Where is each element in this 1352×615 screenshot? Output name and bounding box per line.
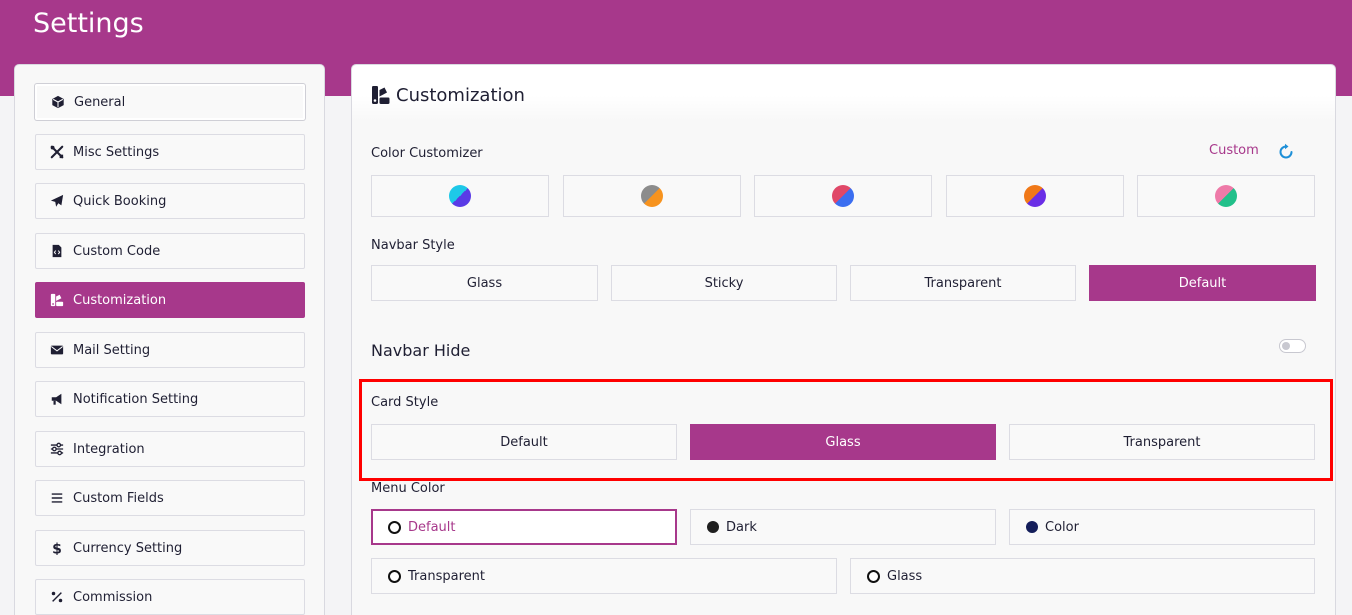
option-label: Transparent [408, 568, 485, 584]
list-icon [49, 490, 65, 506]
navbar-style-glass-button[interactable]: Glass [371, 265, 598, 301]
settings-sidebar: General Misc Settings Quick Booking Cust… [14, 64, 325, 615]
sidebar-item-integration[interactable]: Integration [35, 431, 305, 467]
custom-color-link[interactable]: Custom [1209, 143, 1259, 158]
cube-icon [50, 94, 66, 110]
sidebar-item-currency-setting[interactable]: $ Currency Setting [35, 530, 305, 566]
color-theme-1-button[interactable] [371, 175, 549, 217]
option-label: Glass [887, 568, 923, 584]
radio-circle-icon [867, 569, 880, 583]
page-title: Settings [33, 8, 144, 39]
sidebar-item-label: General [74, 94, 126, 110]
navbar-style-label: Navbar Style [371, 238, 455, 253]
sidebar-item-label: Misc Settings [73, 144, 160, 160]
menu-color-color-option[interactable]: Color [1009, 509, 1315, 545]
sidebar-item-label: Currency Setting [73, 540, 183, 556]
envelope-icon [49, 342, 65, 358]
toggle-knob [1282, 342, 1290, 350]
color-swatch [1215, 185, 1237, 207]
sidebar-item-custom-fields[interactable]: Custom Fields [35, 480, 305, 516]
card-style-default-button[interactable]: Default [371, 424, 677, 460]
swatchbook-icon [49, 292, 65, 308]
sidebar-item-quick-booking[interactable]: Quick Booking [35, 183, 305, 219]
dollar-icon: $ [49, 540, 65, 556]
sidebar-item-label: Commission [73, 589, 153, 605]
svg-text:$: $ [52, 541, 62, 555]
color-swatch [832, 185, 854, 207]
color-theme-4-button[interactable] [946, 175, 1124, 217]
sidebar-item-commission[interactable]: Commission [35, 579, 305, 615]
sidebar-item-label: Custom Fields [73, 490, 164, 506]
color-theme-3-button[interactable] [754, 175, 932, 217]
sidebar-item-label: Customization [73, 292, 167, 308]
code-file-icon [49, 243, 65, 259]
sidebar-item-label: Custom Code [73, 243, 161, 259]
sidebar-item-custom-code[interactable]: Custom Code [35, 233, 305, 269]
sliders-icon [49, 441, 65, 457]
navbar-hide-label: Navbar Hide [371, 341, 471, 360]
menu-color-default-option[interactable]: Default [371, 509, 677, 545]
sidebar-item-label: Notification Setting [73, 391, 199, 407]
megaphone-icon [49, 391, 65, 407]
navbar-style-default-button[interactable]: Default [1089, 265, 1316, 301]
navbar-hide-toggle[interactable] [1279, 339, 1306, 353]
sidebar-item-misc-settings[interactable]: Misc Settings [35, 134, 305, 170]
paper-plane-icon [49, 193, 65, 209]
color-swatch [1024, 185, 1046, 207]
sidebar-item-label: Mail Setting [73, 342, 151, 358]
menu-color-dark-option[interactable]: Dark [690, 509, 996, 545]
percent-icon [49, 589, 65, 605]
navy-dot-icon [1026, 521, 1038, 533]
radio-circle-icon [388, 569, 401, 583]
panel-title: Customization [396, 85, 525, 106]
sidebar-item-mail-setting[interactable]: Mail Setting [35, 332, 305, 368]
color-swatch [449, 185, 471, 207]
sidebar-item-label: Quick Booking [73, 193, 167, 209]
card-style-transparent-button[interactable]: Transparent [1009, 424, 1315, 460]
card-style-label: Card Style [371, 395, 439, 410]
swatchbook-icon [371, 85, 391, 105]
color-swatch [641, 185, 663, 207]
color-theme-5-button[interactable] [1137, 175, 1315, 217]
tools-icon [49, 144, 65, 160]
navbar-style-transparent-button[interactable]: Transparent [850, 265, 1076, 301]
sidebar-item-customization[interactable]: Customization [35, 282, 305, 318]
radio-circle-icon [388, 520, 401, 534]
refresh-icon[interactable] [1277, 143, 1295, 161]
navbar-style-sticky-button[interactable]: Sticky [611, 265, 837, 301]
menu-color-glass-option[interactable]: Glass [850, 558, 1315, 594]
sidebar-item-label: Integration [73, 441, 145, 457]
sidebar-item-notification-setting[interactable]: Notification Setting [35, 381, 305, 417]
menu-color-label: Menu Color [371, 481, 445, 496]
color-customizer-label: Color Customizer [371, 146, 483, 161]
dark-dot-icon [707, 521, 719, 533]
menu-color-transparent-option[interactable]: Transparent [371, 558, 837, 594]
card-style-glass-button[interactable]: Glass [690, 424, 996, 460]
option-label: Dark [726, 519, 757, 535]
option-label: Color [1045, 519, 1079, 535]
customization-panel: Customization Color Customizer Custom Na… [351, 64, 1336, 615]
color-theme-2-button[interactable] [563, 175, 741, 217]
option-label: Default [408, 519, 456, 535]
sidebar-item-general[interactable]: General [35, 84, 305, 120]
